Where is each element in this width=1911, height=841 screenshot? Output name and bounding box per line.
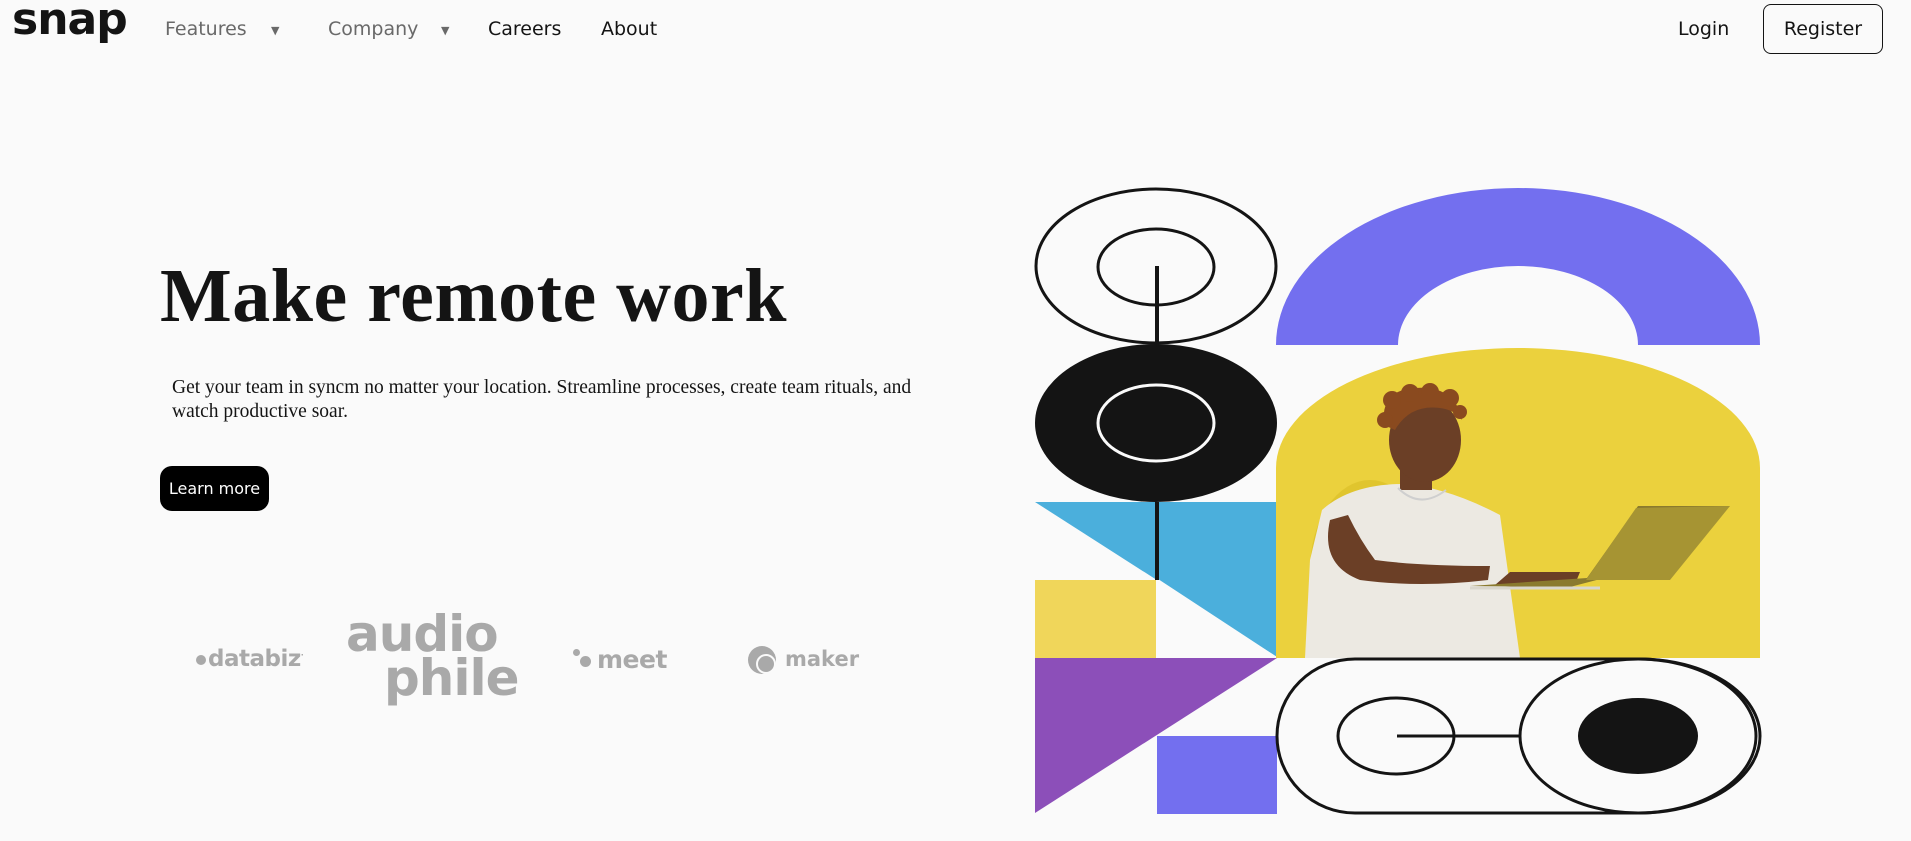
purple-square-shape	[1157, 736, 1277, 814]
hero-person-photo	[1276, 348, 1760, 658]
bottom-outline-shape	[1275, 657, 1762, 815]
black-oval-shape	[1035, 344, 1277, 502]
hero-illustration	[1034, 187, 1762, 815]
purple-arch-shape	[1276, 188, 1760, 345]
outline-rings-shape	[1034, 187, 1278, 345]
yellow-square-shape	[1035, 580, 1156, 658]
